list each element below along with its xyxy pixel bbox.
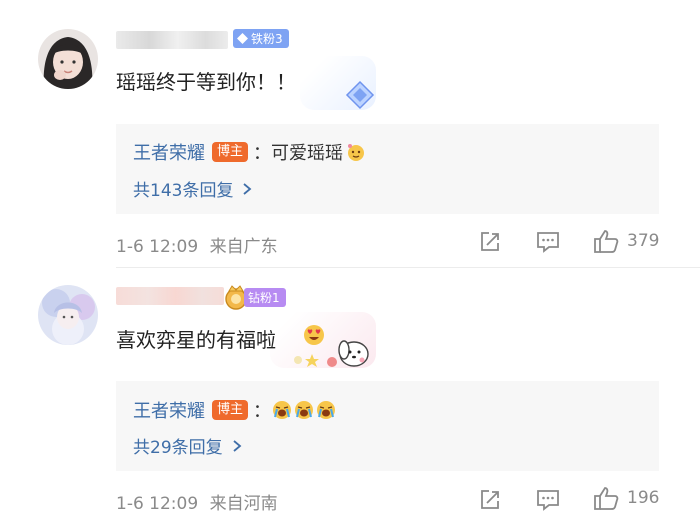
diamond-sticker-icon (345, 80, 375, 110)
reply-author[interactable]: 王者荣耀 (133, 397, 205, 423)
fan-badge[interactable]: 钻粉1 (244, 288, 286, 307)
more-replies-link[interactable]: 共143条回复 (133, 176, 255, 201)
top-reply[interactable]: 王者荣耀 博主 ： 可爱瑶瑶 (133, 139, 366, 165)
comment-location: 来自广东 (209, 237, 278, 257)
more-replies-label: 共29条回复 (133, 438, 223, 458)
comment-icon[interactable] (535, 230, 561, 254)
username[interactable] (116, 31, 228, 49)
reply-separator: ： (253, 401, 272, 422)
comment-text: 喜欢弈星的有福啦 (116, 324, 276, 353)
like-count: 379 (627, 231, 660, 251)
heart-eyes-emoji-icon (304, 325, 324, 345)
reply-text: 可爱瑶瑶 (271, 143, 344, 164)
share-icon[interactable] (478, 488, 502, 512)
comment-location: 来自河南 (209, 494, 278, 514)
fan-badge-label: 钻粉1 (248, 291, 280, 305)
reply-author[interactable]: 王者荣耀 (133, 139, 205, 165)
top-reply[interactable]: 王者荣耀 博主 ： (133, 397, 337, 423)
thumbs-up-icon (594, 230, 619, 253)
comment-text-content: 喜欢弈星的有福啦 (116, 328, 276, 352)
comment-meta: 1-6 12:09 来自广东 (116, 232, 278, 257)
like-button[interactable]: 379 (593, 228, 659, 254)
comment-meta: 1-6 12:09 来自河南 (116, 489, 278, 514)
puppy-sticker-icon (294, 340, 369, 367)
like-count: 196 (627, 488, 660, 508)
comment-icon[interactable] (535, 488, 561, 512)
sticker-emoji-icon (348, 144, 365, 161)
fan-badge[interactable]: 铁粉3 (233, 29, 289, 48)
reply-separator: ： (253, 143, 272, 164)
gem-icon (237, 33, 248, 44)
comment-time: 1-6 12:09 (116, 494, 199, 514)
comment-time: 1-6 12:09 (116, 237, 199, 257)
chevron-right-icon (243, 182, 252, 195)
avatar[interactable] (38, 285, 98, 345)
username[interactable] (116, 287, 224, 305)
crying-emoji-icon (273, 401, 336, 419)
more-replies-label: 共143条回复 (133, 181, 234, 201)
more-replies-link[interactable]: 共29条回复 (133, 433, 245, 458)
thumbs-up-icon (594, 487, 619, 510)
host-tag: 博主 (212, 142, 249, 162)
divider (116, 267, 700, 268)
comment-text: 瑶瑶终于等到你！！ (116, 70, 296, 94)
share-icon[interactable] (478, 230, 502, 254)
like-button[interactable]: 196 (593, 485, 659, 511)
chevron-right-icon (233, 439, 242, 452)
avatar[interactable] (38, 29, 98, 89)
fan-badge-label: 铁粉3 (251, 32, 283, 46)
host-tag: 博主 (212, 400, 249, 420)
